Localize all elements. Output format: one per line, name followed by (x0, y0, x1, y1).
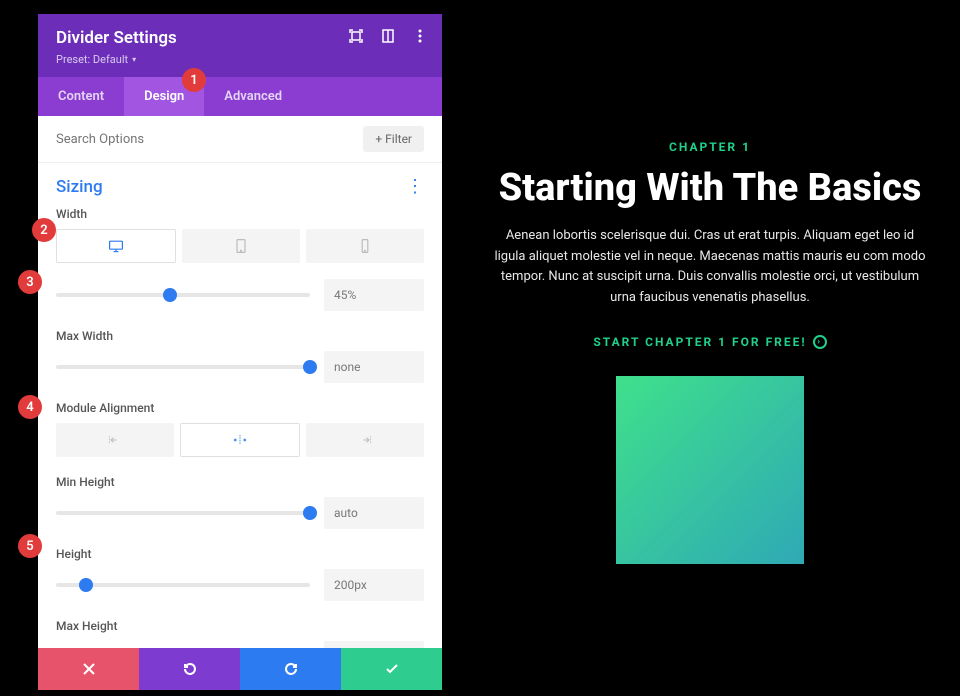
tab-content[interactable]: Content (38, 77, 124, 116)
height-label: Height (56, 547, 424, 561)
width-label: Width (56, 207, 424, 221)
height-slider-row (56, 569, 424, 601)
width-slider-thumb[interactable] (163, 288, 177, 302)
save-button[interactable] (341, 648, 442, 690)
panel-header: Divider Settings Preset: Default (38, 14, 442, 77)
header-icons (348, 28, 428, 44)
module-alignment-label: Module Alignment (56, 401, 424, 415)
section-header: Sizing ⋮ (56, 163, 424, 207)
min-height-slider-thumb[interactable] (303, 506, 317, 520)
search-input[interactable] (56, 132, 363, 147)
height-slider[interactable] (56, 583, 310, 587)
alignment-tabs (56, 423, 424, 457)
max-height-label: Max Height (56, 619, 424, 633)
settings-panel: Divider Settings Preset: Default Content… (38, 14, 442, 690)
height-value-input[interactable] (324, 569, 424, 601)
callout-badge-2: 2 (32, 218, 56, 242)
field-module-alignment: Module Alignment (56, 401, 424, 457)
page-paragraph: Aenean lobortis scelerisque dui. Cras ut… (490, 226, 930, 309)
min-height-label: Min Height (56, 475, 424, 489)
max-height-slider-row (56, 641, 424, 648)
device-desktop[interactable] (56, 229, 176, 263)
redo-button[interactable] (240, 648, 341, 690)
field-width: Width (56, 207, 424, 311)
more-icon[interactable] (412, 28, 428, 44)
max-width-slider-row (56, 351, 424, 383)
device-tabs (56, 229, 424, 263)
cta-link[interactable]: START CHAPTER 1 FOR FREE! › (593, 335, 826, 349)
max-width-label: Max Width (56, 329, 424, 343)
callout-badge-1: 1 (182, 68, 206, 92)
page-preview: CHAPTER 1 Starting With The Basics Aenea… (460, 0, 960, 696)
undo-button[interactable] (139, 648, 240, 690)
min-height-slider-row (56, 497, 424, 529)
width-slider[interactable] (56, 293, 310, 297)
page-headline: Starting With The Basics (490, 168, 930, 210)
callout-badge-3: 3 (18, 270, 42, 294)
align-left[interactable] (56, 423, 174, 457)
cancel-button[interactable] (38, 648, 139, 690)
callout-badge-5: 5 (18, 534, 42, 558)
max-width-slider[interactable] (56, 365, 310, 369)
device-phone[interactable] (306, 229, 424, 263)
chapter-label: CHAPTER 1 (490, 140, 930, 154)
field-max-width: Max Width (56, 329, 424, 383)
max-width-slider-thumb[interactable] (303, 360, 317, 374)
cta-text: START CHAPTER 1 FOR FREE! (593, 335, 806, 349)
panel-footer (38, 648, 442, 690)
docs-icon[interactable] (380, 28, 396, 44)
field-height: Height (56, 547, 424, 601)
callout-badge-4: 4 (18, 395, 42, 419)
panel-body: Sizing ⋮ Width (38, 163, 442, 648)
device-tablet[interactable] (182, 229, 300, 263)
width-slider-row (56, 279, 424, 311)
max-height-value-input[interactable] (324, 641, 424, 648)
preset-selector[interactable]: Preset: Default (56, 53, 136, 66)
min-height-slider[interactable] (56, 511, 310, 515)
divider-module-preview[interactable] (616, 376, 804, 564)
tabs: Content Design Advanced (38, 77, 442, 116)
field-max-height: Max Height (56, 619, 424, 648)
expand-icon[interactable] (348, 28, 364, 44)
align-center[interactable] (180, 423, 300, 457)
tab-advanced[interactable]: Advanced (204, 77, 302, 116)
min-height-value-input[interactable] (324, 497, 424, 529)
align-right[interactable] (306, 423, 424, 457)
section-title[interactable]: Sizing (56, 177, 103, 197)
max-width-value-input[interactable] (324, 351, 424, 383)
arrow-right-icon: › (813, 335, 827, 349)
field-min-height: Min Height (56, 475, 424, 529)
filter-button[interactable]: + Filter (363, 126, 424, 152)
section-menu-icon[interactable]: ⋮ (406, 178, 424, 196)
width-value-input[interactable] (324, 279, 424, 311)
height-slider-thumb[interactable] (79, 578, 93, 592)
search-row: + Filter (38, 116, 442, 163)
